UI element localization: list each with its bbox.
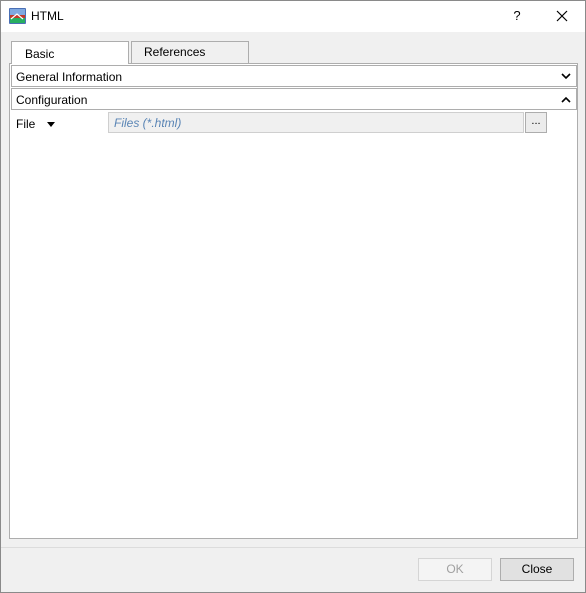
- browse-button[interactable]: ...: [525, 112, 547, 133]
- footer-divider: [1, 547, 585, 548]
- chevron-down-icon: [561, 73, 571, 80]
- window-title: HTML: [31, 9, 64, 23]
- close-button[interactable]: Close: [500, 558, 574, 581]
- chevron-up-icon: [561, 96, 571, 103]
- dialog-body: Basic References General Information Con…: [1, 32, 585, 592]
- tab-basic-label: Basic: [25, 47, 55, 61]
- title-bar[interactable]: HTML ?: [1, 1, 585, 32]
- section-configuration[interactable]: Configuration: [11, 88, 577, 110]
- tab-basic[interactable]: Basic: [11, 41, 129, 64]
- dialog-window: HTML ? Basic References General Informat…: [0, 0, 586, 593]
- file-path-input[interactable]: [108, 112, 524, 133]
- dropdown-arrow-icon[interactable]: [47, 122, 55, 127]
- file-type-label[interactable]: File: [16, 117, 35, 131]
- section-configuration-label: Configuration: [16, 93, 88, 107]
- close-window-icon[interactable]: [549, 5, 575, 27]
- section-general-label: General Information: [16, 70, 123, 84]
- tab-references-label: References: [144, 45, 206, 59]
- tab-panel-basic: General Information Configuration File .…: [9, 63, 578, 539]
- section-general-information[interactable]: General Information: [11, 65, 577, 87]
- ok-button[interactable]: OK: [418, 558, 492, 581]
- help-button[interactable]: ?: [505, 5, 529, 27]
- html-app-icon: [9, 8, 26, 24]
- tab-references[interactable]: References: [131, 41, 249, 63]
